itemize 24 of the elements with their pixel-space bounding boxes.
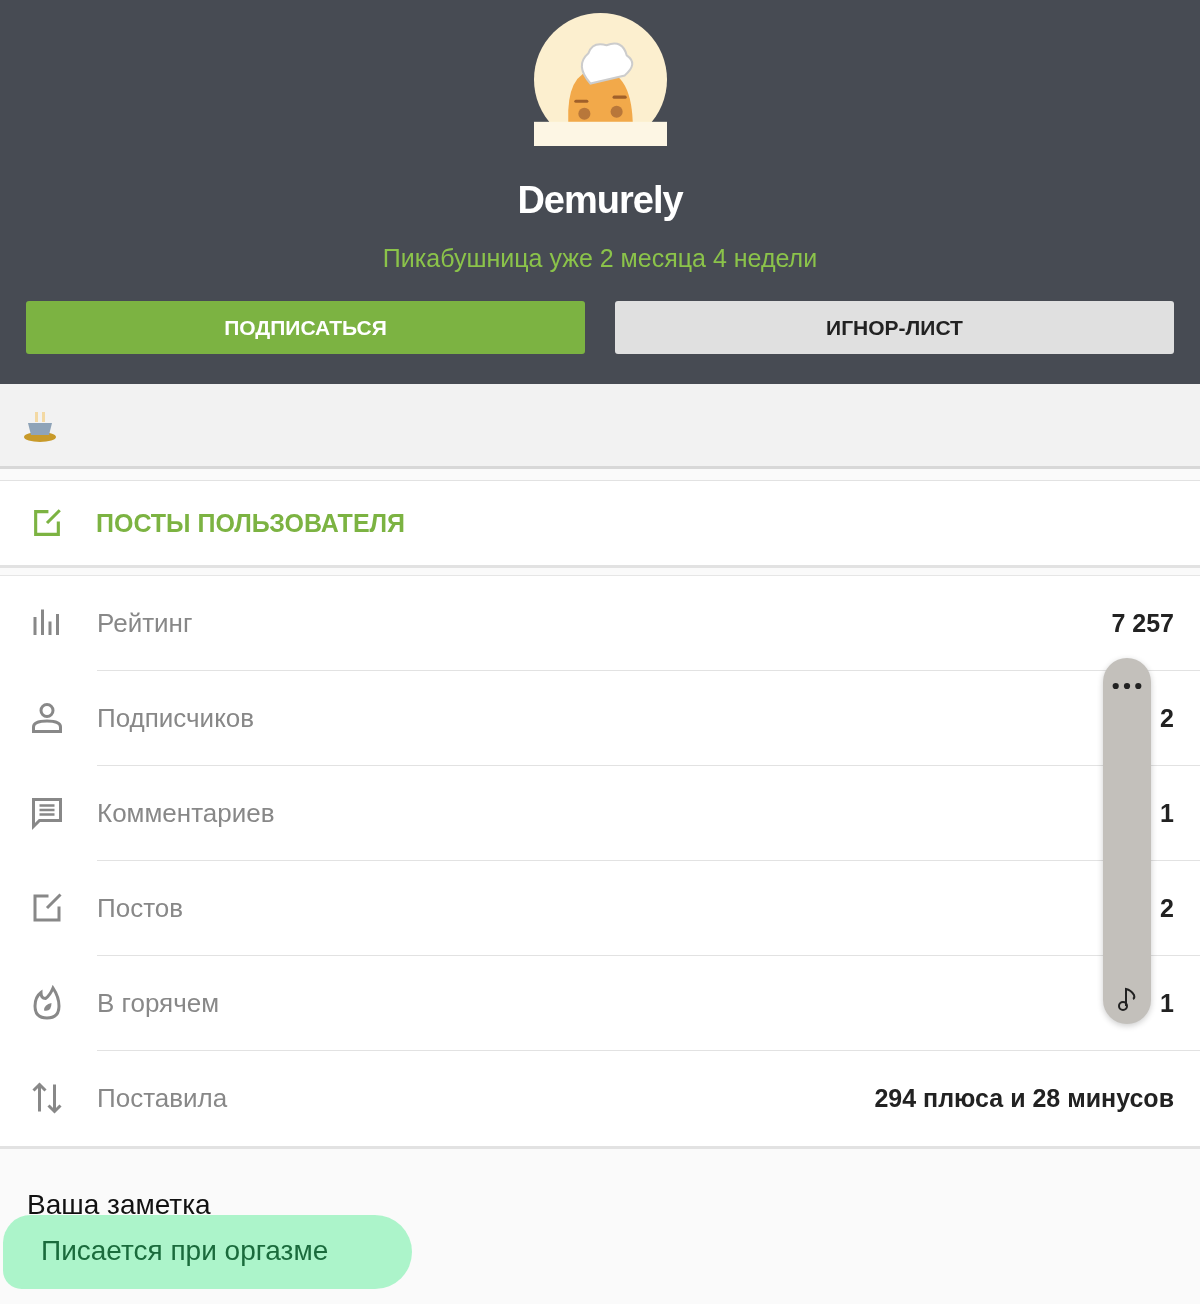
stat-value: 294 плюса и 28 минусов: [874, 1084, 1174, 1113]
stat-value: 2: [1160, 893, 1174, 923]
stat-label: Рейтинг: [97, 607, 193, 639]
note-text: Писается при оргазме: [41, 1235, 329, 1266]
stat-label: Подписчиков: [97, 702, 255, 734]
subscribe-button[interactable]: ПОДПИСАТЬСЯ: [26, 301, 585, 354]
person-icon: [29, 700, 65, 736]
stat-label: Комментариев: [97, 797, 275, 829]
user-posts-link[interactable]: ПОСТЫ ПОЛЬЗОВАТЕЛЯ: [0, 481, 1200, 568]
stat-value: 2: [1160, 703, 1174, 733]
stat-label: Постов: [97, 892, 184, 924]
user-name: Demurely: [517, 179, 683, 222]
stat-value: 1: [1160, 798, 1174, 828]
ignore-list-button[interactable]: ИГНОР-ЛИСТ: [615, 301, 1174, 354]
note-title: Ваша заметка: [27, 1189, 212, 1221]
music-note-icon[interactable]: [1117, 986, 1137, 1012]
tenure-text: Пикабушница уже 2 месяца 4 недели: [382, 244, 818, 273]
stat-value: 7 257: [1111, 608, 1174, 638]
stat-label: Поставила: [97, 1083, 228, 1114]
stat-label: В горячем: [97, 987, 220, 1019]
more-icon[interactable]: [1111, 682, 1143, 690]
stat-value: 1: [1160, 988, 1174, 1018]
avatar-icon: [533, 13, 667, 146]
comment-icon: [29, 795, 65, 831]
